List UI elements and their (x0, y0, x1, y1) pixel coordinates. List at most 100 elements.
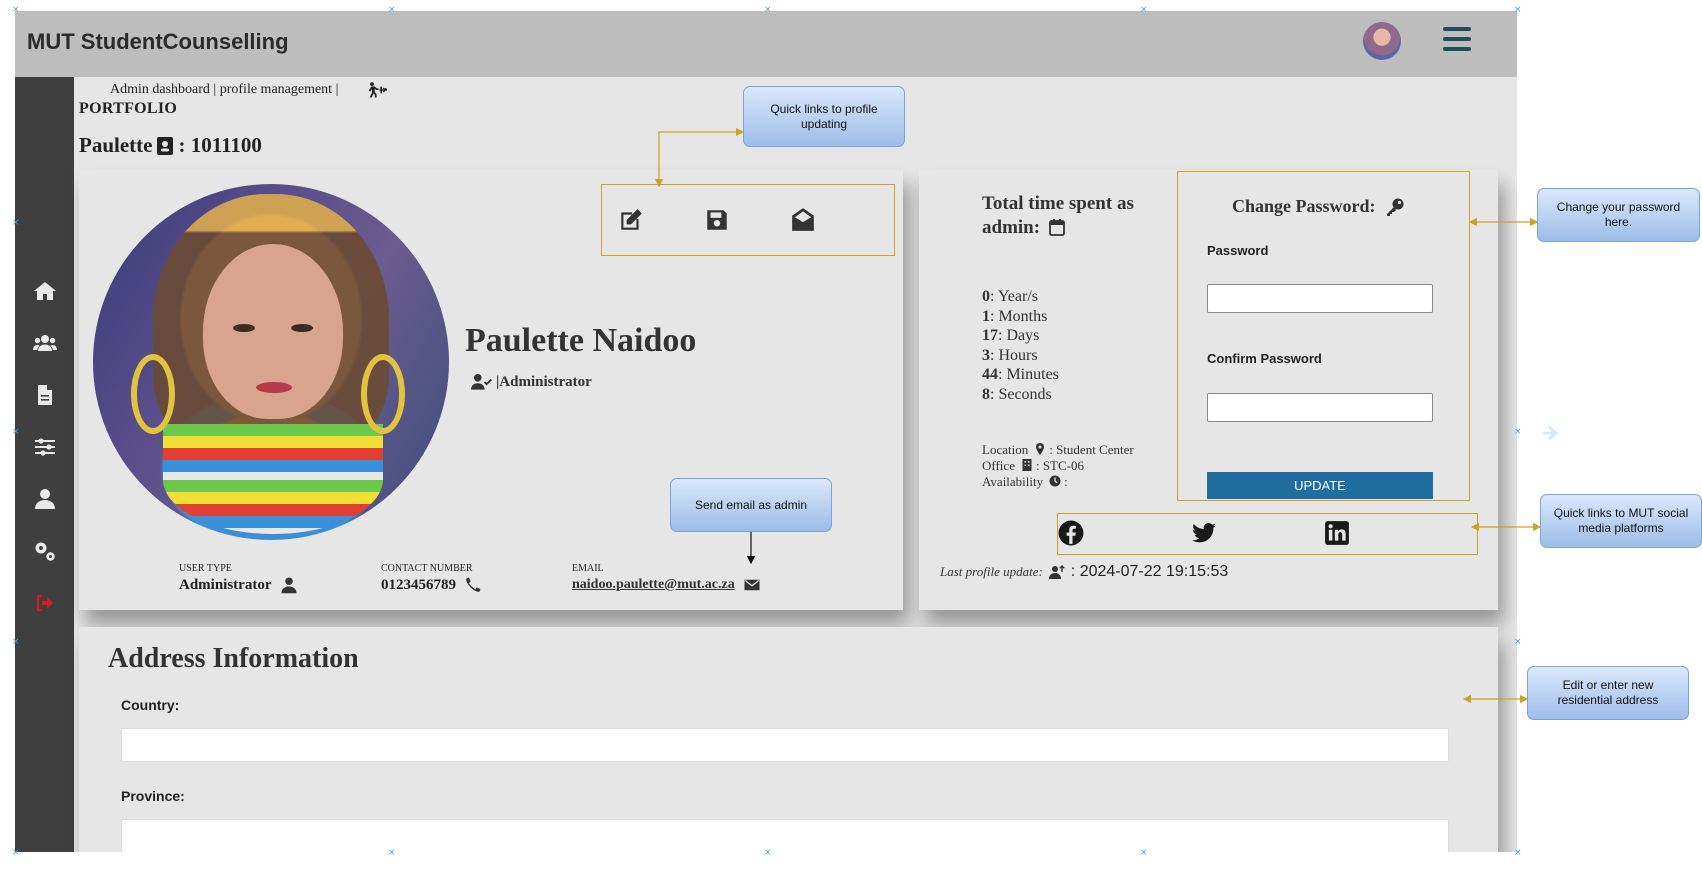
envelope-open-icon[interactable] (788, 205, 818, 235)
user-type-value: Administrator (179, 576, 272, 593)
profile-photo (93, 184, 449, 540)
availability-value: : (1064, 474, 1068, 489)
app-title: MUT StudentCounselling (27, 29, 289, 54)
last-profile-update: Last profile update: : 2024-07-22 19:15:… (940, 563, 1228, 581)
id-badge-icon (157, 136, 174, 155)
top-bar: MUT StudentCounselling (15, 11, 1517, 77)
callout-change-password: Change your password here. (1537, 188, 1700, 242)
availability-label: Availability (982, 474, 1044, 489)
profile-quick-links (601, 184, 895, 256)
selection-handle: × (1140, 5, 1148, 15)
months-value: 1 (982, 307, 990, 325)
map-pin-icon (1036, 443, 1045, 455)
user-icon[interactable] (31, 485, 59, 513)
password-input[interactable] (1207, 284, 1433, 313)
sliders-icon[interactable] (31, 433, 59, 461)
envelope-icon[interactable] (743, 576, 761, 594)
selection-handle: × (12, 218, 20, 228)
home-icon[interactable] (31, 277, 59, 305)
profile-full-name: Paulette Naidoo (465, 322, 697, 359)
email-label: EMAIL (572, 563, 604, 574)
days-value: 17 (982, 327, 998, 344)
selection-handle: × (1514, 637, 1522, 647)
building-icon (1022, 459, 1032, 471)
users-icon[interactable] (31, 329, 59, 357)
exit-icon[interactable] (367, 81, 387, 99)
save-icon[interactable] (702, 205, 732, 235)
calendar-icon (1048, 219, 1065, 236)
hours-unit: : Hours (990, 346, 1038, 364)
office-value: : STC-06 (1035, 458, 1085, 473)
user-type-label: USER TYPE (179, 563, 232, 574)
contact-label: CONTACT NUMBER (381, 563, 473, 574)
last-update-label: Last profile update: (940, 564, 1043, 579)
avatar[interactable] (1363, 22, 1401, 60)
key-icon (1386, 198, 1404, 216)
location-value: : Student Center (1049, 442, 1134, 457)
menu-icon[interactable] (1443, 27, 1471, 55)
minutes-value: 44 (982, 366, 998, 383)
profile-role-text: |Administrator (496, 373, 592, 390)
user-type-block: USER TYPE Administrator (179, 563, 298, 594)
user-first-name: Paulette (79, 133, 153, 157)
address-card: Address Information Country: Province: (79, 627, 1498, 852)
file-icon[interactable] (31, 381, 59, 409)
selection-handle: × (1140, 848, 1148, 858)
country-label: Country: (121, 697, 180, 713)
selection-handle: × (1514, 5, 1522, 15)
confirm-password-label: Confirm Password (1207, 351, 1322, 366)
selection-handle: × (12, 427, 20, 437)
profile-role: |Administrator (471, 373, 592, 391)
user-icon (281, 577, 296, 594)
hours-value: 3 (982, 346, 990, 364)
facebook-icon[interactable] (1058, 520, 1086, 548)
logout-icon[interactable] (31, 589, 59, 617)
country-input[interactable] (121, 728, 1449, 762)
selection-handle: × (1514, 848, 1522, 858)
province-input[interactable] (121, 819, 1449, 852)
province-label: Province: (121, 788, 185, 804)
user-check-icon (471, 373, 492, 390)
page-section-title: PORTFOLIO (79, 100, 178, 117)
contact-block: CONTACT NUMBER 0123456789 (381, 563, 482, 594)
callout-edit-address: Edit or enter new residential address (1527, 666, 1689, 720)
user-upload-icon (1048, 565, 1065, 579)
sidebar (15, 77, 74, 852)
last-update-value: : 2024-07-22 19:15:53 (1070, 563, 1229, 580)
selection-handle: × (764, 848, 772, 858)
days-unit: : Days (998, 327, 1040, 344)
contact-value: 0123456789 (381, 576, 456, 593)
seconds-value: 8 (982, 385, 990, 403)
location-label: Location (982, 442, 1029, 457)
selection-handle: × (12, 637, 20, 647)
selection-handle: × (388, 5, 396, 15)
change-password-panel: Change Password: Password Confirm Passwo… (1177, 171, 1470, 501)
breadcrumb: Admin dashboard | profile management | (110, 82, 339, 97)
selection-handle: × (1514, 427, 1522, 437)
cogs-icon[interactable] (31, 537, 59, 565)
change-password-title-text: Change Password: (1232, 196, 1376, 216)
phone-icon[interactable] (464, 576, 482, 594)
update-password-button[interactable]: UPDATE (1207, 472, 1433, 499)
linkedin-icon[interactable] (1324, 520, 1352, 548)
change-password-title: Change Password: (1232, 196, 1404, 217)
profile-card: Paulette Naidoo |Administrator USER TYPE… (79, 170, 903, 610)
minutes-unit: : Minutes (998, 366, 1059, 383)
email-link[interactable]: naidoo.paulette@mut.ac.za (572, 577, 735, 593)
social-links (1057, 513, 1478, 555)
address-title: Address Information (108, 643, 359, 674)
edit-icon[interactable] (616, 205, 646, 235)
months-unit: : Months (990, 307, 1048, 325)
time-spent-title: Total time spent as admin: (982, 192, 1177, 240)
callout-social-links: Quick links to MUT social media platform… (1540, 494, 1702, 548)
location-list: Location: Student Center Office: STC-06 … (982, 442, 1134, 490)
callout-quick-links: Quick links to profile updating (743, 86, 905, 147)
years-unit: : Year/s (990, 288, 1039, 305)
selection-handle: × (764, 5, 772, 15)
selection-handle: × (388, 848, 396, 858)
time-spent-list: 0: Year/s 1: Months 17: Days 3: Hours 44… (982, 287, 1059, 404)
clock-icon (1049, 475, 1061, 487)
confirm-password-input[interactable] (1207, 393, 1433, 422)
user-heading: Paulette : 1011100 (79, 133, 262, 158)
twitter-icon[interactable] (1191, 520, 1219, 548)
